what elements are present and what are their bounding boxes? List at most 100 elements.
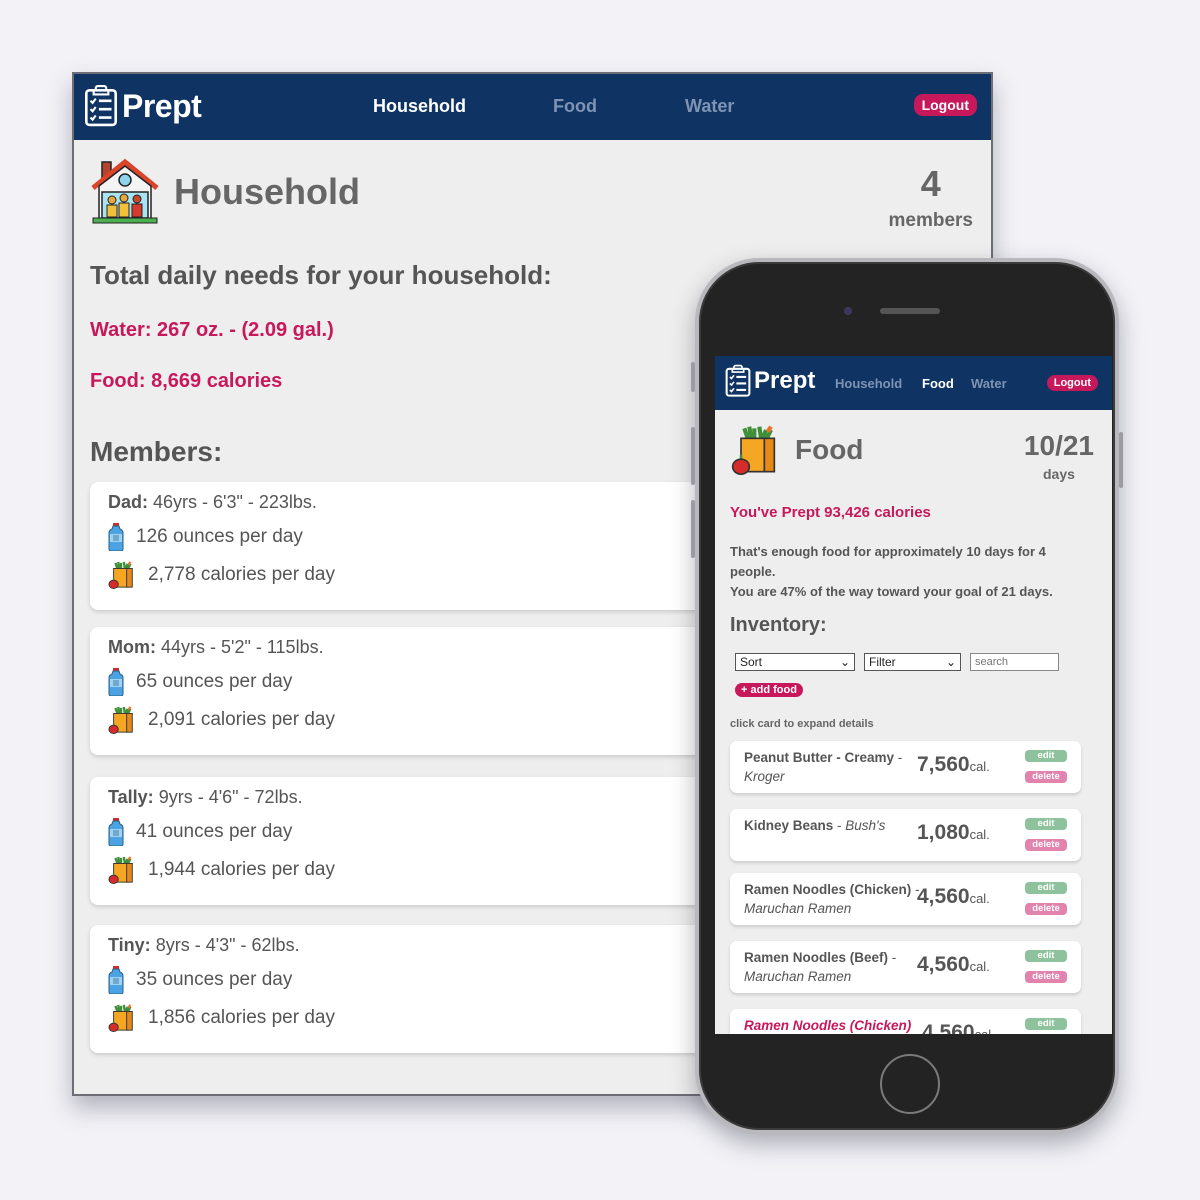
mobile-page-header: Food xyxy=(731,424,863,476)
mobile-logout-button[interactable]: Logout xyxy=(1046,375,1098,391)
member-name: Dad: xyxy=(108,492,148,512)
grocery-bag-icon xyxy=(108,706,136,734)
grocery-bag-icon xyxy=(108,1004,136,1032)
days-progress-label: days xyxy=(1043,466,1075,482)
food-brand: Maruchan Ramen xyxy=(744,901,852,916)
member-food: 2,091 calories per day xyxy=(148,709,335,730)
food-card[interactable]: Ramen Noodles (Chicken) - Maruchan Ramen… xyxy=(730,873,1081,925)
phone-home-button[interactable] xyxy=(880,1054,940,1114)
edit-button[interactable]: edit xyxy=(1025,882,1067,894)
member-name: Tally: xyxy=(108,787,154,807)
logout-button[interactable]: Logout xyxy=(913,94,977,116)
phone-screen: Prept Household Food Water Logout Food 1… xyxy=(715,356,1112,1034)
delete-button[interactable]: delete xyxy=(1025,971,1067,983)
phone-power-button xyxy=(1119,432,1123,488)
member-water: 65 ounces per day xyxy=(136,671,293,692)
edit-button[interactable]: edit xyxy=(1025,818,1067,830)
page-title: Household xyxy=(174,171,360,212)
members-heading: Members: xyxy=(90,436,223,467)
member-food: 2,778 calories per day xyxy=(148,564,335,585)
food-name: Peanut Butter - Creamy xyxy=(744,750,895,765)
add-food-button[interactable]: + add food xyxy=(735,683,803,697)
mobile-nav-water[interactable]: Water xyxy=(971,376,1007,391)
phone-camera xyxy=(844,307,852,315)
phone-volume-up xyxy=(691,427,695,485)
clipboard-icon xyxy=(725,364,751,398)
food-calories: 1,080 xyxy=(917,821,970,844)
filter-select[interactable]: Filter ⌄ xyxy=(864,653,961,671)
water-bottle-icon xyxy=(108,523,124,551)
food-calories: 4,560 xyxy=(922,1021,975,1034)
water-bottle-icon xyxy=(108,668,124,696)
water-bottle-icon xyxy=(108,818,124,846)
mobile-brand-logo[interactable]: Prept xyxy=(725,364,815,398)
clipboard-icon xyxy=(84,85,118,127)
food-card[interactable]: Peanut Butter - Creamy - Kroger 7,560cal… xyxy=(730,741,1081,793)
page-header: Household xyxy=(90,158,360,226)
member-details: 44yrs - 5'2" - 115lbs. xyxy=(161,637,324,657)
food-total: Food: 8,669 calories xyxy=(90,370,283,392)
expand-hint: click card to expand details xyxy=(730,718,874,730)
brand-name: Prept xyxy=(122,87,202,124)
member-name: Tiny: xyxy=(108,935,151,955)
mobile-nav-household[interactable]: Household xyxy=(835,376,902,391)
delete-button[interactable]: delete xyxy=(1025,903,1067,915)
brand-logo[interactable]: Prept xyxy=(84,82,202,130)
water-total: Water: 267 oz. - (2.09 gal.) xyxy=(90,319,334,341)
cal-unit: cal. xyxy=(975,1027,995,1034)
inventory-heading: Inventory: xyxy=(730,614,827,636)
nav-food[interactable]: Food xyxy=(553,96,597,117)
edit-button[interactable]: edit xyxy=(1025,950,1067,962)
member-details: 8yrs - 4'3" - 62lbs. xyxy=(155,935,300,955)
member-details: 9yrs - 4'6" - 72lbs. xyxy=(158,787,303,807)
phone-volume-down xyxy=(691,500,695,558)
phone-mockup: Prept Household Food Water Logout Food 1… xyxy=(691,258,1123,1134)
food-brand: Bush's xyxy=(845,818,886,833)
food-calories: 7,560 xyxy=(917,753,970,776)
sort-select-value: Sort xyxy=(740,655,763,669)
food-card[interactable]: Ramen Noodles (Beef) - Maruchan Ramen 4,… xyxy=(730,941,1081,993)
description-line-2: You are 47% of the way toward your goal … xyxy=(730,584,1053,599)
delete-button[interactable]: delete xyxy=(1025,839,1067,851)
grocery-bag-icon xyxy=(731,424,781,476)
chevron-down-icon: ⌄ xyxy=(839,655,850,669)
sort-select[interactable]: Sort ⌄ xyxy=(735,653,855,671)
member-name: Mom: xyxy=(108,637,156,657)
filter-select-value: Filter xyxy=(869,655,896,669)
nav-household[interactable]: Household xyxy=(373,96,466,117)
cal-unit: cal. xyxy=(969,959,990,974)
description-line-1: That's enough food for approximately 10 … xyxy=(730,544,1046,579)
house-icon xyxy=(91,158,159,224)
delete-button[interactable]: delete xyxy=(1025,771,1067,783)
food-brand: Maruchan Ramen xyxy=(744,969,852,984)
member-water: 35 ounces per day xyxy=(136,969,293,990)
member-count-label: members xyxy=(888,210,974,231)
cal-unit: cal. xyxy=(969,759,990,774)
days-progress-value: 10/21 xyxy=(1023,430,1094,461)
grocery-bag-icon xyxy=(108,561,136,589)
search-input[interactable] xyxy=(970,653,1059,671)
water-bottle-icon xyxy=(108,966,124,994)
member-count-value: 4 xyxy=(920,163,941,204)
chevron-down-icon: ⌄ xyxy=(945,655,956,669)
food-card[interactable]: Ramen Noodles (Chicken) 4,560cal. edit xyxy=(730,1009,1081,1034)
navbar: Prept Household Food Water Logout xyxy=(74,74,991,140)
edit-button[interactable]: edit xyxy=(1025,1018,1067,1030)
member-details: 46yrs - 6'3" - 223lbs. xyxy=(153,492,317,512)
food-name: Ramen Noodles (Beef) xyxy=(744,950,889,965)
mobile-navbar: Prept Household Food Water Logout xyxy=(715,356,1112,410)
totals-heading: Total daily needs for your household: xyxy=(90,260,552,290)
member-count: 4 members xyxy=(889,164,974,232)
mobile-nav-food[interactable]: Food xyxy=(922,376,954,391)
days-progress: 10/21 days xyxy=(1024,430,1094,482)
food-card[interactable]: Kidney Beans - Bush's 1,080cal. edit del… xyxy=(730,809,1081,861)
member-food: 1,856 calories per day xyxy=(148,1007,335,1028)
mobile-page-title: Food xyxy=(795,434,864,465)
food-calories: 4,560 xyxy=(917,953,970,976)
edit-button[interactable]: edit xyxy=(1025,750,1067,762)
food-brand: Kroger xyxy=(744,769,785,784)
food-name: Ramen Noodles (Chicken) xyxy=(744,882,912,897)
food-name: Ramen Noodles (Chicken) xyxy=(744,1018,912,1033)
food-name: Kidney Beans xyxy=(744,818,834,833)
nav-water[interactable]: Water xyxy=(685,96,734,117)
